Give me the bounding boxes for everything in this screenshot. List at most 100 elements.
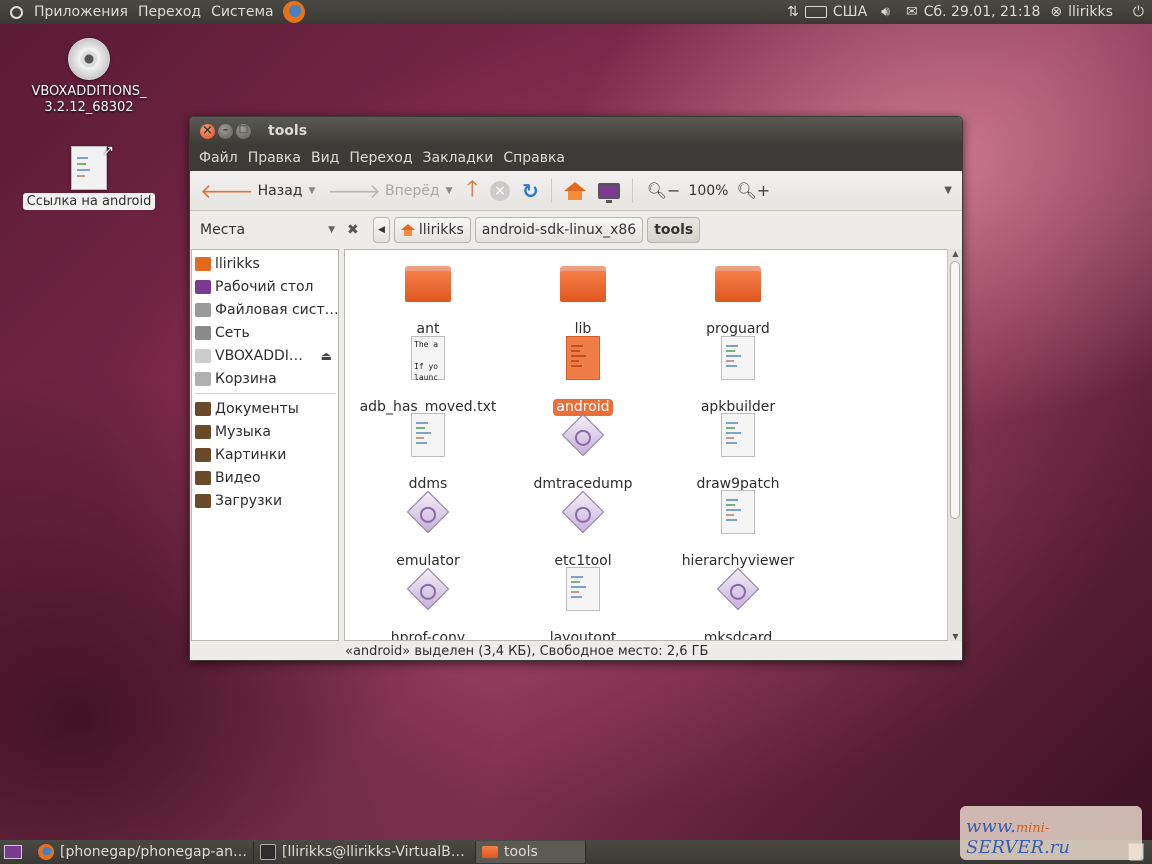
file-item[interactable]: draw9patch bbox=[663, 413, 813, 493]
file-preview-line: The a bbox=[414, 340, 439, 349]
sidebar-close-icon[interactable]: ✖ bbox=[347, 222, 361, 238]
file-item[interactable]: ant bbox=[353, 260, 503, 338]
back-button[interactable]: 🡐 Назад bbox=[196, 176, 306, 206]
executable-icon bbox=[561, 490, 605, 534]
sidebar-item[interactable]: Файловая сист… bbox=[192, 298, 338, 321]
breadcrumb-sdk[interactable]: android-sdk-linux_x86 bbox=[474, 217, 644, 243]
desktop-icon-vboxadditions[interactable]: VBOXADDITIONS_ 3.2.12_68302 bbox=[16, 38, 162, 116]
firefox-launcher-icon[interactable] bbox=[282, 1, 305, 23]
scrollbar-thumb[interactable] bbox=[950, 261, 960, 519]
sidebar-item[interactable]: VBOXADDI… ⏏ bbox=[192, 344, 338, 367]
watermark-text: SERVER.ru bbox=[966, 837, 1070, 858]
ubuntu-logo-icon[interactable] bbox=[7, 3, 25, 21]
vertical-scrollbar[interactable]: ▲ ▼ bbox=[947, 249, 962, 641]
computer-icon[interactable] bbox=[597, 182, 620, 203]
top-panel: Приложения Переход Система ⇅ США 🔊︎ ✉︎ С… bbox=[0, 0, 1152, 24]
sidebar-item[interactable]: Картинки bbox=[192, 443, 338, 466]
scroll-down-icon[interactable]: ▼ bbox=[948, 632, 962, 641]
user-status-icon[interactable]: ⊗ bbox=[1050, 0, 1062, 24]
file-item[interactable]: lib bbox=[508, 260, 658, 338]
menu-file[interactable]: Файл bbox=[194, 150, 243, 166]
file-manager-window: tools Файл Правка Вид Переход Закладки С… bbox=[189, 116, 963, 661]
up-arrow-icon[interactable]: 🡑 bbox=[467, 172, 478, 210]
keyboard-icon[interactable] bbox=[804, 6, 827, 18]
power-icon[interactable]: ⏻ bbox=[1133, 0, 1144, 24]
music-folder-icon bbox=[195, 424, 211, 439]
file-item[interactable]: android bbox=[508, 336, 658, 416]
sidebar-item[interactable]: Видео bbox=[192, 466, 338, 489]
folder-icon bbox=[482, 846, 498, 858]
breadcrumb-label: tools bbox=[654, 222, 694, 238]
firefox-icon bbox=[38, 844, 54, 860]
breadcrumb-home[interactable]: llirikks bbox=[393, 217, 471, 243]
breadcrumb-label: llirikks bbox=[418, 222, 464, 238]
file-item[interactable]: proguard bbox=[663, 260, 813, 338]
sidebar-item-label: Загрузки bbox=[215, 492, 283, 509]
show-desktop-icon[interactable] bbox=[4, 845, 22, 859]
back-history-dropdown[interactable]: ▼ bbox=[308, 186, 315, 196]
sidebar-item-label: Файловая сист… bbox=[215, 301, 338, 318]
breadcrumb-tools[interactable]: tools bbox=[647, 217, 701, 243]
zoom-out-icon[interactable]: 🔍︎− bbox=[647, 181, 681, 200]
forward-history-dropdown[interactable]: ▼ bbox=[446, 186, 453, 196]
eject-icon[interactable]: ⏏ bbox=[321, 349, 332, 363]
sidebar-item[interactable]: Рабочий стол bbox=[192, 275, 338, 298]
toolbar-overflow-chevron-icon[interactable]: ▼ bbox=[944, 185, 952, 196]
sidebar-item[interactable]: Музыка bbox=[192, 420, 338, 443]
file-icon-view[interactable]: ant lib proguard The a If yo launc adb_has_mo… bbox=[344, 249, 948, 641]
menu-help[interactable]: Справка bbox=[498, 150, 570, 166]
stop-icon[interactable]: × bbox=[489, 180, 510, 201]
menu-view[interactable]: Вид bbox=[306, 150, 344, 166]
home-icon[interactable] bbox=[563, 181, 586, 200]
taskbar-item-firefox[interactable]: [phonegap/phonegap-an… bbox=[32, 841, 254, 863]
mail-icon[interactable]: ✉︎ bbox=[906, 0, 918, 24]
volume-icon[interactable]: 🔊︎ bbox=[881, 0, 890, 24]
sidebar-item[interactable]: Сеть bbox=[192, 321, 338, 344]
sidebar-item-label: VBOXADDI… bbox=[215, 347, 303, 364]
desktop-icon-android-link[interactable]: ↗ Ссылка на android bbox=[16, 143, 162, 210]
file-preview-line: If yo bbox=[414, 362, 439, 371]
scroll-up-icon[interactable]: ▲ bbox=[948, 249, 962, 258]
zoom-in-icon[interactable]: 🔍︎+ bbox=[736, 181, 770, 200]
content-area: llirikks Рабочий стол Файловая сист… Сеть VB… bbox=[190, 249, 962, 641]
file-item[interactable]: emulator bbox=[353, 490, 503, 570]
file-item[interactable]: dmtracedump bbox=[508, 413, 658, 493]
sidebar-item-label: Видео bbox=[215, 469, 261, 486]
sidebar-item-label: Рабочий стол bbox=[215, 278, 314, 295]
file-item[interactable]: etc1tool bbox=[508, 490, 658, 570]
sidebar-item[interactable]: Корзина bbox=[192, 367, 338, 390]
taskbar-item-terminal[interactable]: [llirikks@llirikks-VirtualB… bbox=[254, 841, 476, 863]
taskbar-item-tools[interactable]: tools bbox=[476, 841, 586, 863]
file-item[interactable]: mksdcard bbox=[663, 567, 813, 640]
sidebar-item[interactable]: llirikks bbox=[192, 252, 338, 275]
window-titlebar[interactable]: tools bbox=[190, 117, 962, 145]
window-minimize-button[interactable] bbox=[218, 123, 233, 139]
taskbar-item-label: tools bbox=[504, 844, 538, 860]
breadcrumb-scroll-left-icon[interactable]: ◀ bbox=[373, 217, 390, 243]
drive-icon bbox=[195, 302, 211, 317]
menu-bookmarks[interactable]: Закладки bbox=[418, 150, 499, 166]
script-file-icon bbox=[721, 490, 755, 534]
keyboard-layout[interactable]: США bbox=[833, 0, 867, 24]
menu-applications[interactable]: Приложения bbox=[29, 0, 133, 24]
file-item[interactable]: ddms bbox=[353, 413, 503, 493]
forward-button[interactable]: 🡒 Вперёд bbox=[323, 176, 443, 206]
file-item[interactable]: apkbuilder bbox=[663, 336, 813, 416]
file-item[interactable]: The a If yo launc adb_has_moved.txt bbox=[353, 336, 503, 416]
reload-icon[interactable]: ↻ bbox=[522, 179, 539, 203]
user-name[interactable]: llirikks bbox=[1068, 0, 1113, 24]
menu-go[interactable]: Переход bbox=[344, 150, 417, 166]
sidebar-item[interactable]: Загрузки bbox=[192, 489, 338, 512]
sidebar-item[interactable]: Документы bbox=[192, 397, 338, 420]
menu-edit[interactable]: Правка bbox=[243, 150, 306, 166]
menu-places[interactable]: Переход bbox=[133, 0, 206, 24]
places-dropdown[interactable]: Места ▼ bbox=[190, 222, 335, 238]
window-maximize-button[interactable] bbox=[236, 123, 251, 139]
menu-system[interactable]: Система bbox=[206, 0, 278, 24]
file-item[interactable]: hprof-conv bbox=[353, 567, 503, 640]
network-updown-icon[interactable]: ⇅ bbox=[787, 0, 799, 24]
file-item[interactable]: hierarchyviewer bbox=[663, 490, 813, 570]
window-close-button[interactable] bbox=[200, 123, 215, 139]
clock[interactable]: Сб. 29.01, 21:18 bbox=[924, 0, 1041, 24]
file-item[interactable]: layoutopt bbox=[508, 567, 658, 640]
